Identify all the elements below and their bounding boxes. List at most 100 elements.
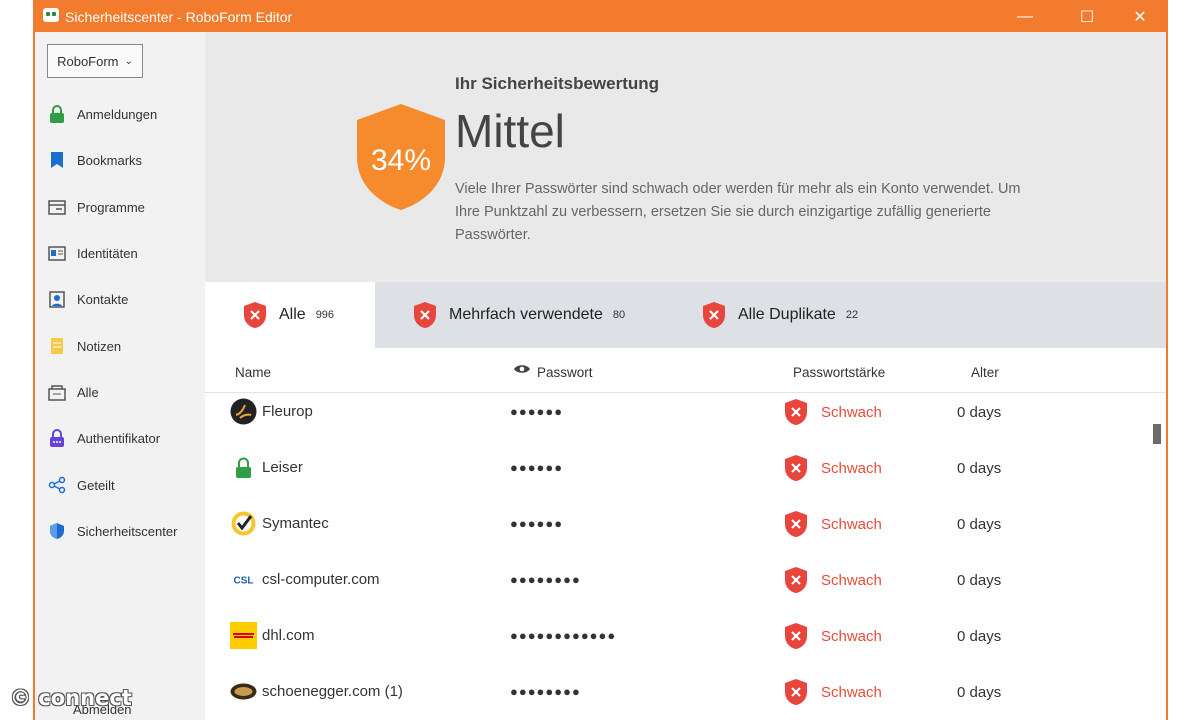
sidebar-item-alle[interactable]: Alle xyxy=(47,378,197,406)
sidebar-item-label: Sicherheitscenter xyxy=(77,523,178,539)
lock-icon xyxy=(47,104,67,124)
sidebar-item-label: Notizen xyxy=(77,338,122,354)
table-row[interactable]: schoenegger.com (1) ●●●●●●●● Schwach 0 d… xyxy=(205,674,1150,720)
entry-age: 0 days xyxy=(957,460,1002,477)
sidebar-item-geteilt[interactable]: Geteilt xyxy=(47,471,197,499)
table-header: Name Passwort Passwortstärke Alter xyxy=(205,348,1166,393)
entry-name: dhl.com xyxy=(262,627,315,644)
table-row[interactable]: dhl.com ●●●●●●●●●●●● Schwach 0 days xyxy=(205,618,1150,674)
entry-name: schoenegger.com (1) xyxy=(262,683,403,700)
close-button[interactable]: ✕ xyxy=(1115,2,1165,32)
svg-text:CSL: CSL xyxy=(234,576,254,587)
weak-shield-icon xyxy=(785,623,807,649)
entry-password: ●●●●●● xyxy=(510,404,564,419)
entry-strength: Schwach xyxy=(821,516,882,533)
account-dropdown[interactable]: RoboForm ⌄ xyxy=(47,44,143,78)
chevron-down-icon: ⌄ xyxy=(124,55,133,67)
shield-icon xyxy=(47,521,67,541)
score-shield-icon: 34% xyxy=(357,104,445,210)
score-level: Mittel xyxy=(455,105,565,157)
fleurop-logo xyxy=(230,398,257,425)
contact-icon xyxy=(47,289,67,309)
csl-logo: CSL xyxy=(230,574,257,587)
sidebar-item-authentifikator[interactable]: Authentifikator xyxy=(47,424,197,452)
entry-name: csl-computer.com xyxy=(262,571,380,588)
column-name[interactable]: Name xyxy=(235,365,271,380)
sidebar-item-kontakte[interactable]: Kontakte xyxy=(47,285,197,313)
entry-password: ●●●●●● xyxy=(510,460,564,475)
tab-count: 22 xyxy=(845,309,859,321)
sidebar-item-identitaeten[interactable]: Identitäten xyxy=(47,239,197,267)
tab-alle[interactable]: Alle 996 xyxy=(205,282,375,348)
table-row[interactable]: Fleurop ●●●●●● Schwach 0 days xyxy=(205,394,1150,450)
entry-password: ●●●●●● xyxy=(510,516,564,531)
minimize-button[interactable]: — xyxy=(1000,2,1050,32)
window-title: Sicherheitscenter - RoboForm Editor xyxy=(65,9,293,25)
sidebar-item-programme[interactable]: Programme xyxy=(47,193,197,221)
entry-age: 0 days xyxy=(957,628,1002,645)
app-window: Sicherheitscenter - RoboForm Editor — ☐ … xyxy=(33,0,1168,720)
entry-password: ●●●●●●●● xyxy=(510,572,581,587)
entry-name: Fleurop xyxy=(262,403,313,420)
authenticator-icon xyxy=(47,428,67,448)
account-label: RoboForm xyxy=(57,53,119,69)
entry-strength: Schwach xyxy=(821,628,882,645)
id-card-icon xyxy=(47,243,67,263)
title-bar: Sicherheitscenter - RoboForm Editor — ☐ … xyxy=(35,2,1166,32)
sidebar-item-label: Alle xyxy=(77,384,99,400)
score-percent: 34% xyxy=(371,144,431,177)
table-row[interactable]: CSL csl-computer.com ●●●●●●●● Schwach 0 … xyxy=(205,562,1150,618)
bookmark-icon xyxy=(47,150,67,170)
column-strength[interactable]: Passwortstärke xyxy=(793,365,885,380)
table-row[interactable]: Leiser ●●●●●● Schwach 0 days xyxy=(205,450,1150,506)
list-scrollbar-thumb[interactable] xyxy=(1153,424,1161,444)
sidebar-item-label: Kontakte xyxy=(77,291,129,307)
entry-password: ●●●●●●●●●●●● xyxy=(510,628,617,643)
entry-strength: Schwach xyxy=(821,572,882,589)
column-age[interactable]: Alter xyxy=(971,365,999,380)
sidebar: RoboForm ⌄ Anmeldungen Bookmarks Program… xyxy=(35,32,205,720)
lock-icon xyxy=(236,457,251,478)
filter-tabs: Alle 996 Mehrfach verwendete 80 Alle Dup… xyxy=(205,282,1166,348)
entry-name: Leiser xyxy=(262,459,303,476)
schoenegger-logo xyxy=(230,683,257,700)
weak-shield-icon xyxy=(413,301,437,329)
entry-strength: Schwach xyxy=(821,684,882,701)
weak-shield-icon xyxy=(785,455,807,481)
sidebar-item-sicherheitscenter[interactable]: Sicherheitscenter xyxy=(47,517,197,545)
sidebar-item-bookmarks[interactable]: Bookmarks xyxy=(47,146,197,174)
main-content: 34% Ihr Sicherheitsbewertung Mittel Viel… xyxy=(205,32,1166,720)
entry-age: 0 days xyxy=(957,404,1002,421)
eye-icon[interactable] xyxy=(513,363,531,378)
symantec-logo xyxy=(231,511,256,536)
sidebar-item-anmeldungen[interactable]: Anmeldungen xyxy=(47,100,197,128)
maximize-button[interactable]: ☐ xyxy=(1062,2,1112,32)
sidebar-item-label: Geteilt xyxy=(77,477,115,493)
entry-age: 0 days xyxy=(957,684,1002,701)
entry-password: ●●●●●●●● xyxy=(510,684,581,699)
weak-shield-icon xyxy=(785,511,807,537)
weak-shield-icon xyxy=(785,567,807,593)
sidebar-item-label: Programme xyxy=(77,199,145,215)
weak-shield-icon xyxy=(785,399,807,425)
entry-name: Symantec xyxy=(262,515,329,532)
sidebar-item-label: Bookmarks xyxy=(77,152,143,168)
weak-shield-icon xyxy=(785,679,807,705)
tab-alle-duplikate[interactable]: Alle Duplikate 22 xyxy=(702,282,858,348)
sidebar-item-notizen[interactable]: Notizen xyxy=(47,332,197,360)
entry-strength: Schwach xyxy=(821,404,882,421)
column-password[interactable]: Passwort xyxy=(537,365,593,380)
tab-label: Mehrfach verwendete xyxy=(449,306,603,323)
tab-label: Alle xyxy=(279,306,306,323)
weak-shield-icon xyxy=(243,301,267,329)
sidebar-item-label: Authentifikator xyxy=(77,430,161,446)
tab-mehrfach-verwendete[interactable]: Mehrfach verwendete 80 xyxy=(413,282,625,348)
entry-strength: Schwach xyxy=(821,460,882,477)
security-score-panel: 34% Ihr Sicherheitsbewertung Mittel Viel… xyxy=(205,32,1166,282)
share-icon xyxy=(47,475,67,495)
note-icon xyxy=(47,336,67,356)
weak-shield-icon xyxy=(702,301,726,329)
watermark: © connect xyxy=(10,686,132,710)
table-row[interactable]: Symantec ●●●●●● Schwach 0 days xyxy=(205,506,1150,562)
sidebar-item-label: Identitäten xyxy=(77,245,138,261)
